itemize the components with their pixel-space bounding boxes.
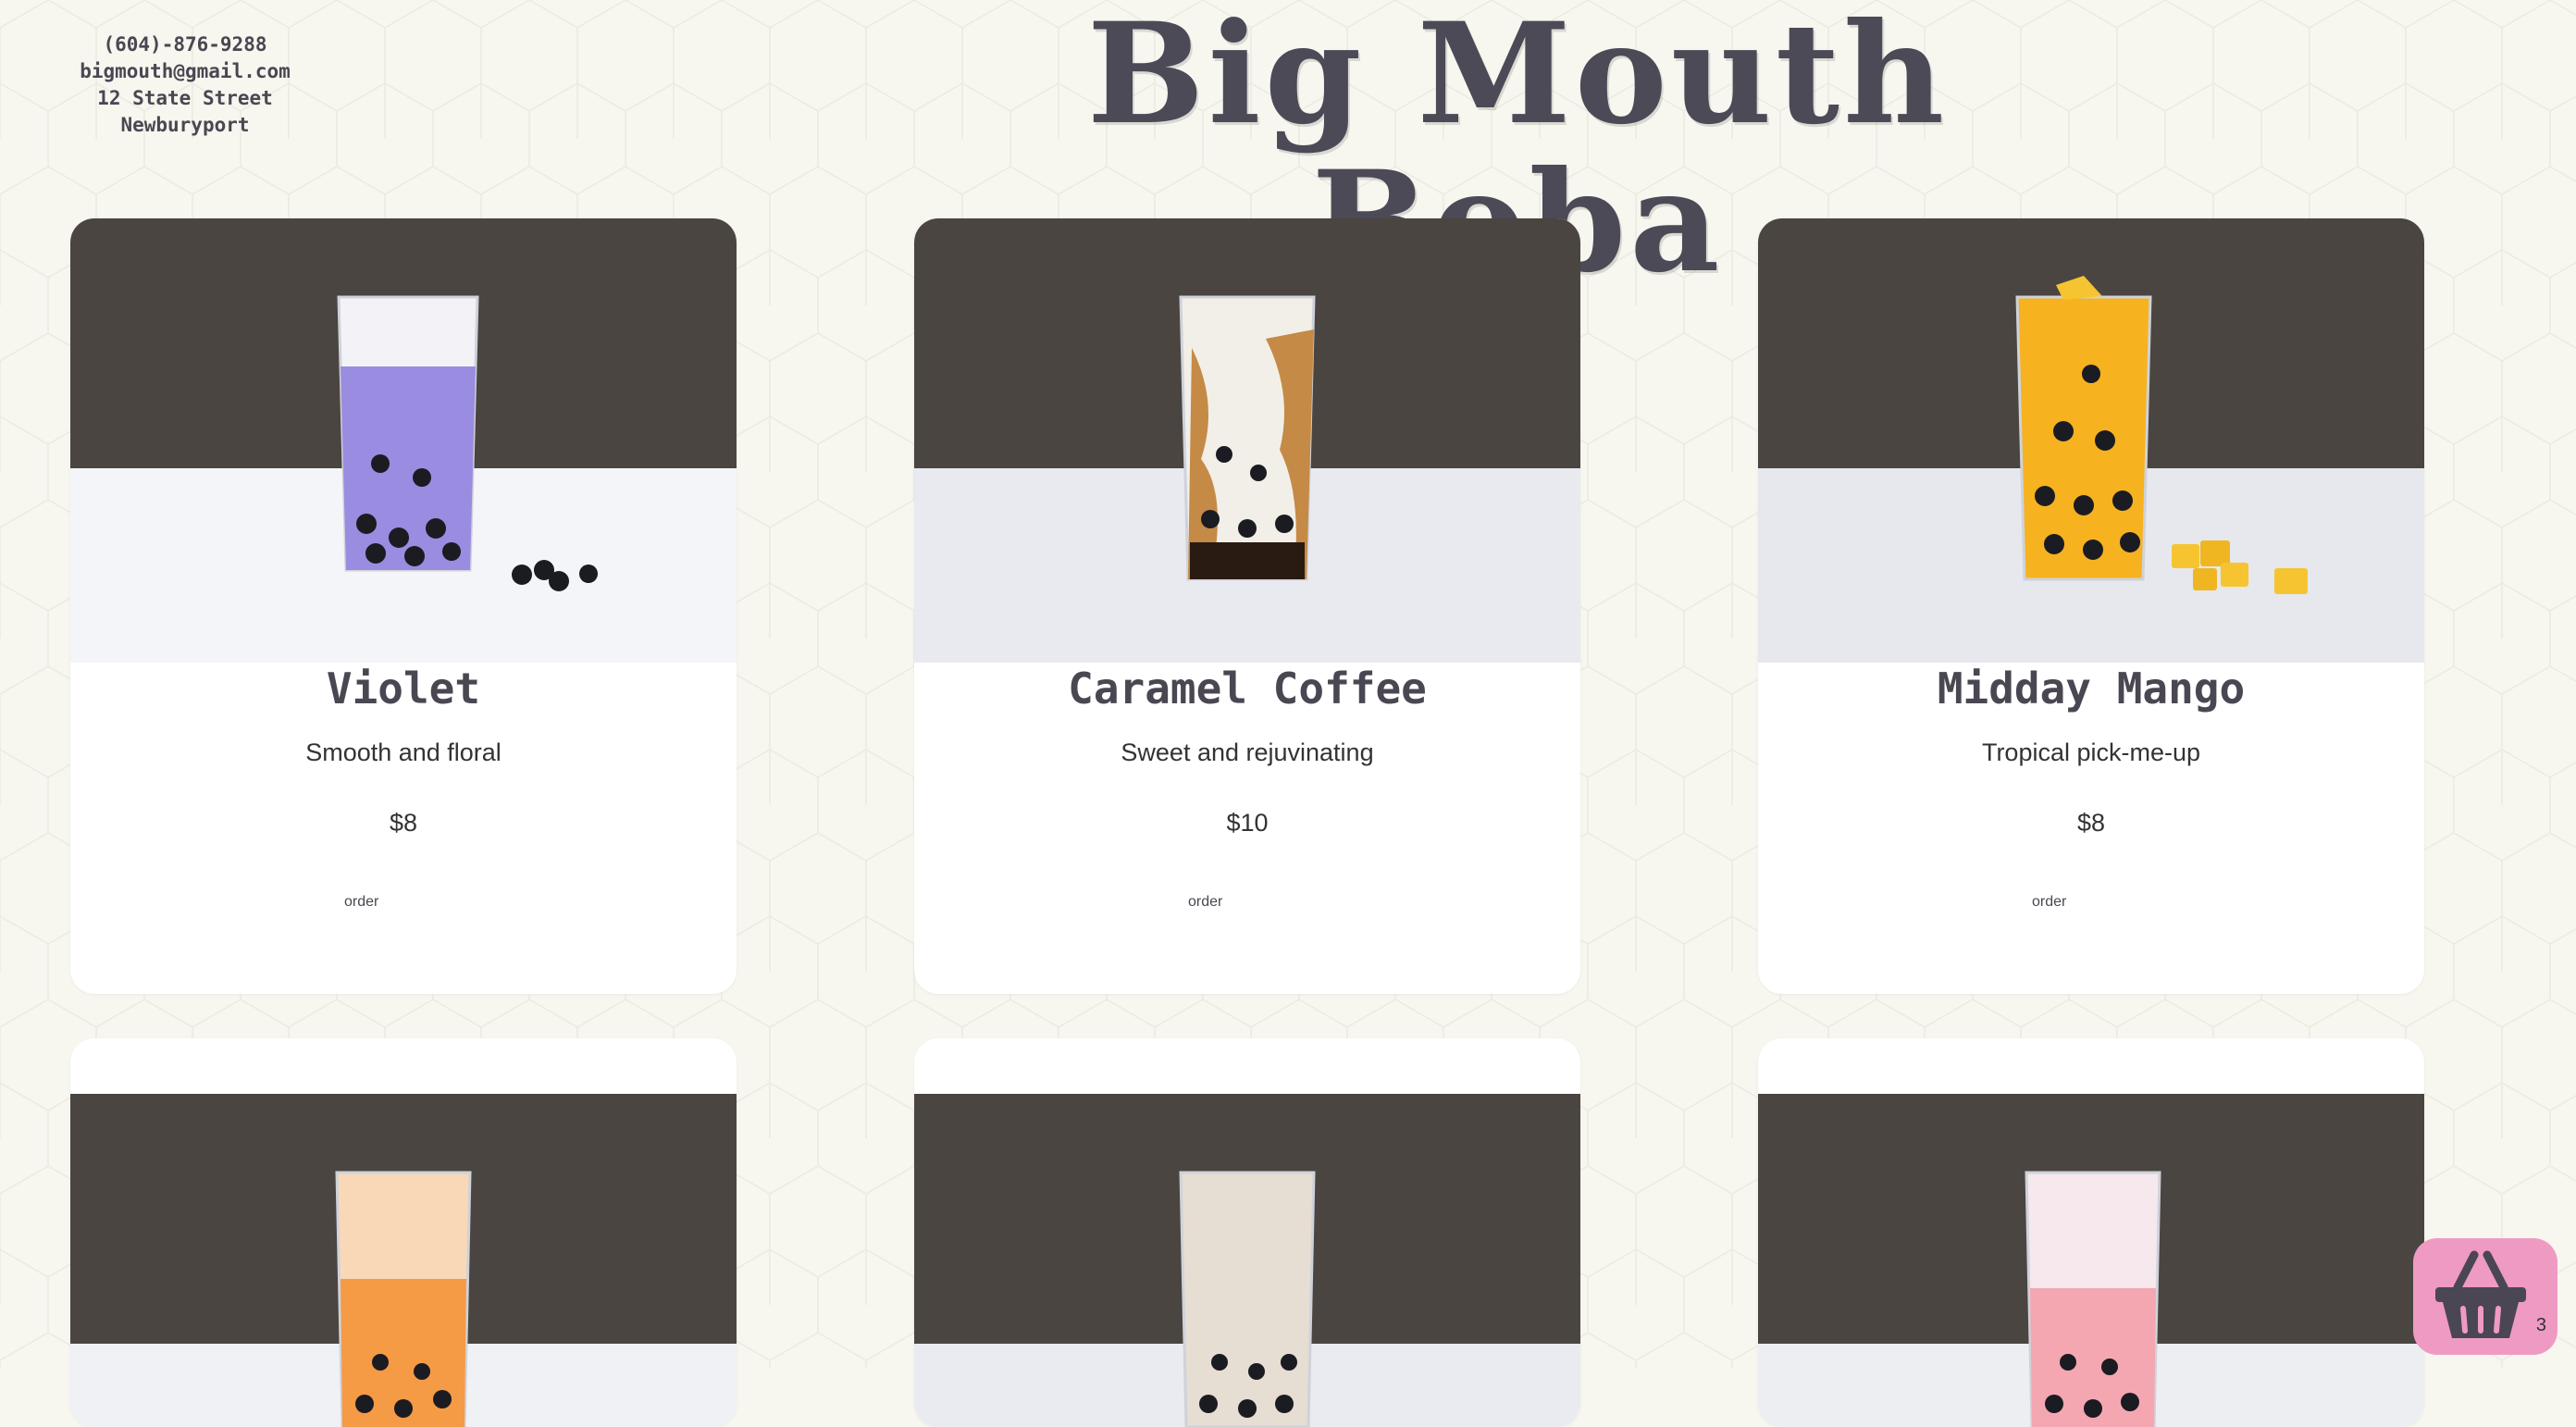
drink-name: Violet	[326, 664, 481, 714]
menu-card-pink	[1758, 1038, 2424, 1427]
drink-photo-midday-mango	[1758, 218, 2424, 663]
phone-number: (604)-876-9288	[103, 33, 267, 56]
drink-photo-violet	[70, 218, 737, 663]
mango-cube	[2172, 544, 2199, 568]
street-address: 12 State Street Newburyport	[97, 87, 273, 136]
basket-icon	[2435, 1250, 2526, 1338]
drink-photo-caramel-coffee	[914, 218, 1580, 663]
cart-button[interactable]: 3	[2413, 1238, 2557, 1355]
drink-photo-orange	[70, 1094, 737, 1427]
order-button[interactable]: order	[344, 894, 378, 911]
drink-name: Midday Mango	[1937, 664, 2246, 714]
menu-card-violet: Violet	[70, 218, 737, 994]
drink-name: Caramel Coffee	[1068, 664, 1427, 714]
menu-card-milk-tea	[914, 1038, 1580, 1427]
cart-count: 3	[2535, 1315, 2546, 1335]
drink-photo-milk-tea	[914, 1094, 1580, 1427]
order-button[interactable]: order	[2032, 894, 2066, 911]
order-button[interactable]: order	[1188, 894, 1222, 911]
menu-card-orange	[70, 1038, 737, 1427]
contact-info: (604)-876-9288 bigmouth@gmail.com 12 Sta…	[46, 31, 324, 139]
drink-photo-pink	[1758, 1094, 2424, 1427]
menu-card-midday-mango: Midday Mango	[1758, 218, 2424, 994]
menu-card-caramel-coffee: Caramel Coffee	[914, 218, 1580, 994]
email-address: bigmouth@gmail.com	[80, 60, 291, 82]
